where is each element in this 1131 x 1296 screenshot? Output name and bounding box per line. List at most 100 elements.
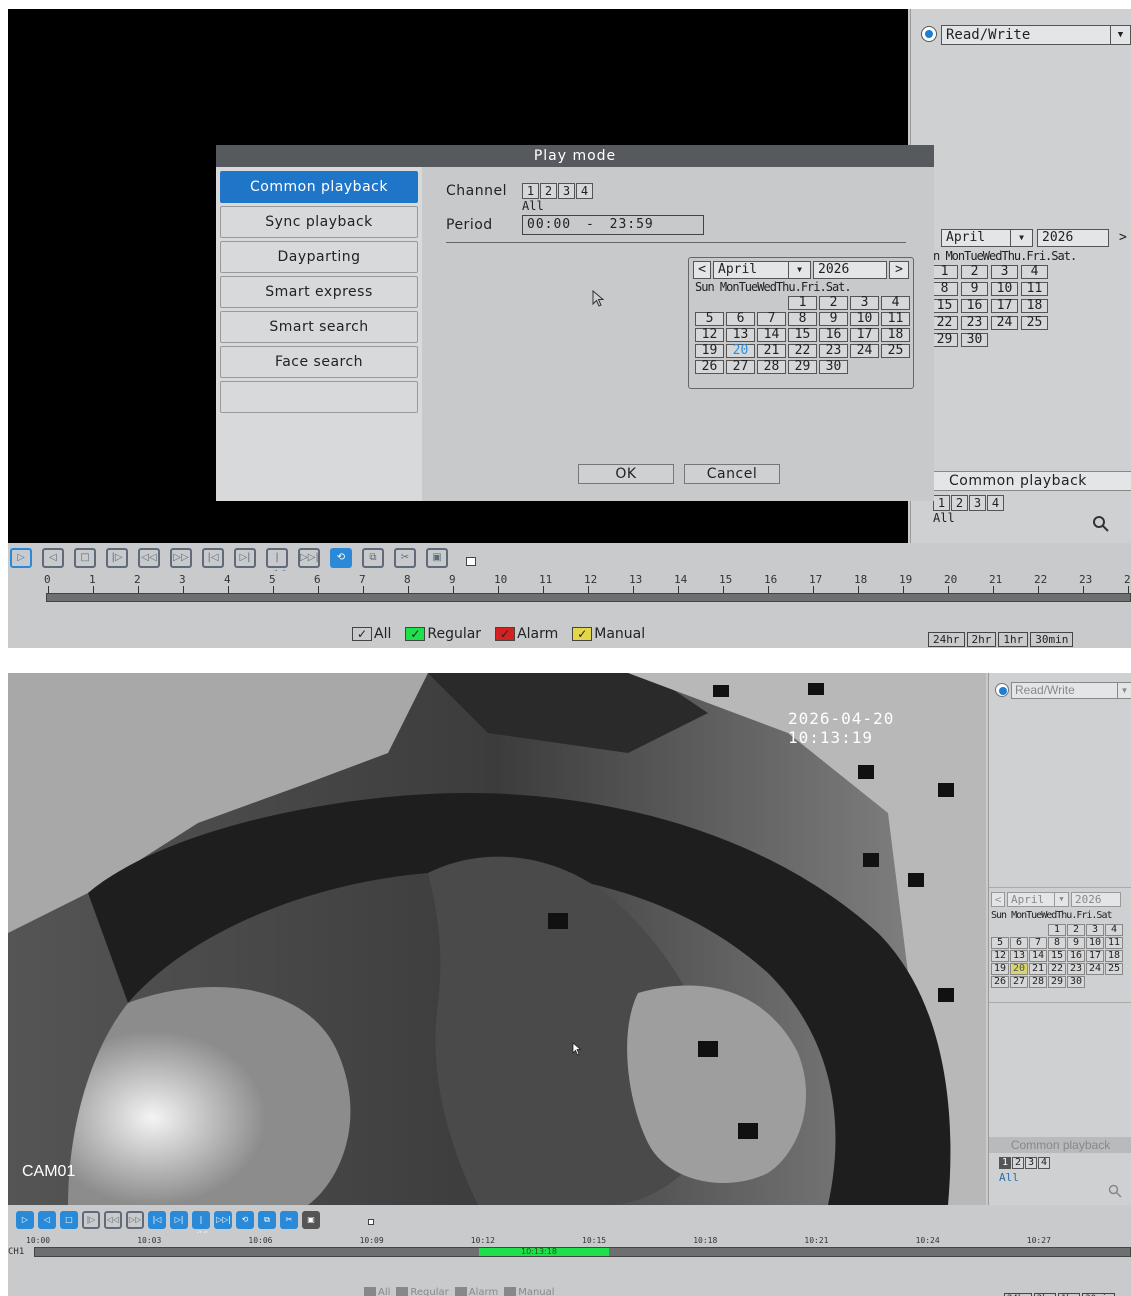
- calendar-day-7[interactable]: 7: [757, 312, 786, 326]
- next-month-button[interactable]: >: [1119, 230, 1127, 245]
- mode-select[interactable]: Read/Write ▼: [941, 25, 1131, 45]
- calendar-day-18[interactable]: 18: [1105, 950, 1123, 962]
- side-playback-mode[interactable]: Common playback: [932, 471, 1131, 491]
- calendar-day-29[interactable]: 29: [1048, 976, 1066, 988]
- multi-view-icon[interactable]: ⧉: [258, 1211, 276, 1229]
- menu-item-common-playback[interactable]: Common playback: [220, 171, 418, 203]
- calendar-day-16[interactable]: 16: [1067, 950, 1085, 962]
- legend-manual[interactable]: ✓ Manual: [504, 1287, 555, 1296]
- play-icon[interactable]: ▷: [16, 1211, 34, 1229]
- calendar-day-15[interactable]: 15: [931, 299, 958, 313]
- loop-icon[interactable]: ⟲: [330, 548, 352, 568]
- checkbox-icon[interactable]: ✓: [352, 627, 372, 641]
- legend-manual[interactable]: ✓ Manual: [572, 626, 645, 642]
- calendar-day-17[interactable]: 17: [991, 299, 1018, 313]
- checkbox-icon[interactable]: ✓: [572, 627, 593, 641]
- search-icon[interactable]: [1091, 514, 1111, 534]
- calendar-day-24[interactable]: 24: [850, 344, 879, 358]
- channel-1-button[interactable]: 1: [933, 495, 950, 511]
- calendar-day-2[interactable]: 2: [819, 296, 848, 310]
- calendar-day-11[interactable]: 11: [1105, 937, 1123, 949]
- calendar-day-28[interactable]: 28: [757, 360, 786, 374]
- period-input[interactable]: 00:00 - 23:59: [522, 215, 704, 235]
- next-frame-icon[interactable]: ▷|: [234, 548, 256, 568]
- stop-icon[interactable]: □: [60, 1211, 78, 1229]
- calendar-day-13[interactable]: 13: [1010, 950, 1028, 962]
- next-file-icon[interactable]: ▷▷|: [214, 1211, 232, 1229]
- year-select[interactable]: 2026: [813, 261, 887, 279]
- year-select[interactable]: 2026: [1071, 892, 1121, 907]
- calendar-day-22[interactable]: 22: [1048, 963, 1066, 975]
- calendar-day-11[interactable]: 11: [1021, 282, 1048, 296]
- calendar-day-19[interactable]: 19: [695, 344, 724, 358]
- next-month-button[interactable]: >: [889, 261, 909, 279]
- calendar-day-17[interactable]: 17: [850, 328, 879, 342]
- month-select[interactable]: April ▼: [713, 261, 811, 279]
- channel-4-button[interactable]: 4: [1038, 1157, 1050, 1169]
- loop-icon[interactable]: ⟲: [236, 1211, 254, 1229]
- menu-item-face-search[interactable]: Face search: [220, 346, 418, 378]
- legend-all[interactable]: ✓ All: [352, 626, 391, 642]
- next-frame-icon[interactable]: ▷|: [170, 1211, 188, 1229]
- calendar-day-19[interactable]: 19: [991, 963, 1009, 975]
- side-channel-all[interactable]: All: [999, 1171, 1019, 1184]
- channel-3-button[interactable]: 3: [558, 183, 575, 199]
- calendar-day-12[interactable]: 12: [991, 950, 1009, 962]
- menu-item-dayparting[interactable]: Dayparting: [220, 241, 418, 273]
- menu-item-smart-search[interactable]: Smart search: [220, 311, 418, 343]
- channel-4-button[interactable]: 4: [576, 183, 593, 199]
- calendar-day-27[interactable]: 27: [726, 360, 755, 374]
- prev-frame-icon[interactable]: |◁: [202, 548, 224, 568]
- slow-icon[interactable]: ◁◁: [138, 548, 160, 568]
- calendar-day-8[interactable]: 8: [931, 282, 958, 296]
- checkbox-icon[interactable]: [466, 557, 476, 566]
- calendar-day-2[interactable]: 2: [1067, 924, 1085, 936]
- menu-item-sync-playback[interactable]: Sync playback: [220, 206, 418, 238]
- channel-2-button[interactable]: 2: [540, 183, 557, 199]
- calendar-day-7[interactable]: 7: [1029, 937, 1047, 949]
- calendar-day-11[interactable]: 11: [881, 312, 910, 326]
- reverse-play-icon[interactable]: ◁: [42, 548, 64, 568]
- checkbox-icon[interactable]: ✓: [364, 1287, 376, 1296]
- calendar-day-6[interactable]: 6: [1010, 937, 1028, 949]
- calendar-day-20[interactable]: 20: [1010, 963, 1028, 975]
- channel-2-button[interactable]: 2: [1012, 1157, 1024, 1169]
- calendar-day-5[interactable]: 5: [695, 312, 724, 326]
- zoom-2hr-button[interactable]: 2hr: [966, 632, 997, 647]
- channel-3-button[interactable]: 3: [969, 495, 986, 511]
- calendar-day-23[interactable]: 23: [819, 344, 848, 358]
- calendar-day-10[interactable]: 10: [850, 312, 879, 326]
- menu-item-empty[interactable]: [220, 381, 418, 413]
- search-icon[interactable]: [1107, 1183, 1123, 1199]
- calendar-day-14[interactable]: 14: [1029, 950, 1047, 962]
- calendar-day-26[interactable]: 26: [695, 360, 724, 374]
- calendar-day-18[interactable]: 18: [881, 328, 910, 342]
- calendar-day-16[interactable]: 16: [961, 299, 988, 313]
- slow-icon[interactable]: ◁◁: [104, 1211, 122, 1229]
- calendar-day-20[interactable]: 20: [726, 344, 755, 358]
- zoom-1hr-button[interactable]: 1hr: [998, 632, 1029, 647]
- stop-icon[interactable]: □: [74, 548, 96, 568]
- calendar-day-13[interactable]: 13: [726, 328, 755, 342]
- calendar-day-17[interactable]: 17: [1086, 950, 1104, 962]
- read-write-radio[interactable]: [921, 26, 937, 42]
- calendar-day-10[interactable]: 10: [1086, 937, 1104, 949]
- calendar-day-23[interactable]: 23: [961, 316, 988, 330]
- calendar-day-12[interactable]: 12: [695, 328, 724, 342]
- scissors-icon[interactable]: ✂: [280, 1211, 298, 1229]
- calendar-day-25[interactable]: 25: [1021, 316, 1048, 330]
- calendar-day-25[interactable]: 25: [1105, 963, 1123, 975]
- channel-2-button[interactable]: 2: [951, 495, 968, 511]
- cancel-button[interactable]: Cancel: [684, 464, 780, 484]
- prev-month-button[interactable]: <: [991, 892, 1005, 907]
- calendar-day-14[interactable]: 14: [757, 328, 786, 342]
- calendar-day-21[interactable]: 21: [757, 344, 786, 358]
- calendar-day-21[interactable]: 21: [1029, 963, 1047, 975]
- legend-all[interactable]: ✓ All: [364, 1287, 390, 1296]
- calendar-day-29[interactable]: 29: [788, 360, 817, 374]
- calendar-day-16[interactable]: 16: [819, 328, 848, 342]
- legend-alarm[interactable]: ✓ Alarm: [495, 626, 558, 642]
- calendar-day-24[interactable]: 24: [1086, 963, 1104, 975]
- calendar-day-22[interactable]: 22: [931, 316, 958, 330]
- next-file-icon[interactable]: ▷▷|: [298, 548, 320, 568]
